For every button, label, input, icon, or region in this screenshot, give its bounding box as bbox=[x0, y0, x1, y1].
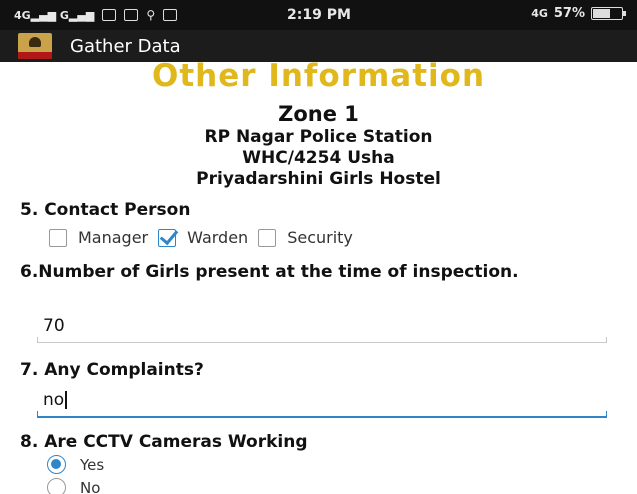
checkbox-security-label[interactable]: Security bbox=[287, 228, 353, 247]
hostel-label: Priyadarshini Girls Hostel bbox=[196, 169, 441, 189]
network-label: 4G bbox=[531, 7, 548, 20]
usb-icon: ⚲ bbox=[146, 8, 156, 22]
radio-option-no[interactable]: No bbox=[47, 478, 100, 494]
checkbox-manager[interactable] bbox=[49, 228, 67, 247]
complaints-value: no bbox=[43, 390, 65, 410]
status-left: 4G▂▄▆ G▂▄▆ ⚲ bbox=[14, 8, 178, 22]
status-time: 2:19 PM bbox=[287, 7, 351, 23]
radio-no-label[interactable]: No bbox=[80, 479, 100, 494]
contact-person-checkboxes: Manager Warden Security bbox=[49, 228, 363, 247]
question-contact-person: 5. Contact Person bbox=[20, 200, 191, 220]
status-bar: 4G▂▄▆ G▂▄▆ ⚲ 2:19 PM 4G 57% bbox=[0, 0, 637, 30]
radio-option-yes[interactable]: Yes bbox=[47, 455, 104, 474]
radio-no[interactable] bbox=[47, 478, 66, 494]
checkbox-warden[interactable] bbox=[158, 228, 177, 247]
question-complaints: 7. Any Complaints? bbox=[20, 360, 204, 380]
signal-icon: 4G▂▄▆ G▂▄▆ bbox=[14, 8, 95, 22]
complaints-input[interactable]: no bbox=[37, 384, 607, 418]
number-of-girls-input[interactable]: 70 bbox=[37, 309, 607, 343]
question-number-of-girls: 6.Number of Girls present at the time of… bbox=[20, 262, 519, 282]
status-right: 4G 57% bbox=[531, 6, 626, 21]
station-label: RP Nagar Police Station bbox=[204, 127, 433, 147]
app-title: Gather Data bbox=[70, 35, 181, 57]
gallery-icon bbox=[124, 9, 139, 21]
page-title: Other Information bbox=[151, 58, 486, 94]
battery-icon bbox=[591, 7, 626, 20]
app-logo-icon bbox=[18, 33, 52, 59]
number-of-girls-value: 70 bbox=[43, 315, 65, 336]
question-cctv: 8. Are CCTV Cameras Working bbox=[20, 432, 308, 452]
text-cursor bbox=[65, 391, 67, 409]
officer-label: WHC/4254 Usha bbox=[242, 148, 395, 168]
zone-label: Zone 1 bbox=[278, 102, 359, 126]
checkbox-security[interactable] bbox=[258, 228, 277, 247]
radio-yes-label[interactable]: Yes bbox=[80, 456, 104, 474]
checkbox-manager-label[interactable]: Manager bbox=[78, 228, 148, 247]
checkbox-warden-label[interactable]: Warden bbox=[187, 228, 248, 247]
radio-yes[interactable] bbox=[47, 455, 66, 474]
notification-icon bbox=[163, 9, 178, 21]
facebook-icon bbox=[102, 9, 117, 21]
battery-percent: 57% bbox=[553, 6, 585, 21]
